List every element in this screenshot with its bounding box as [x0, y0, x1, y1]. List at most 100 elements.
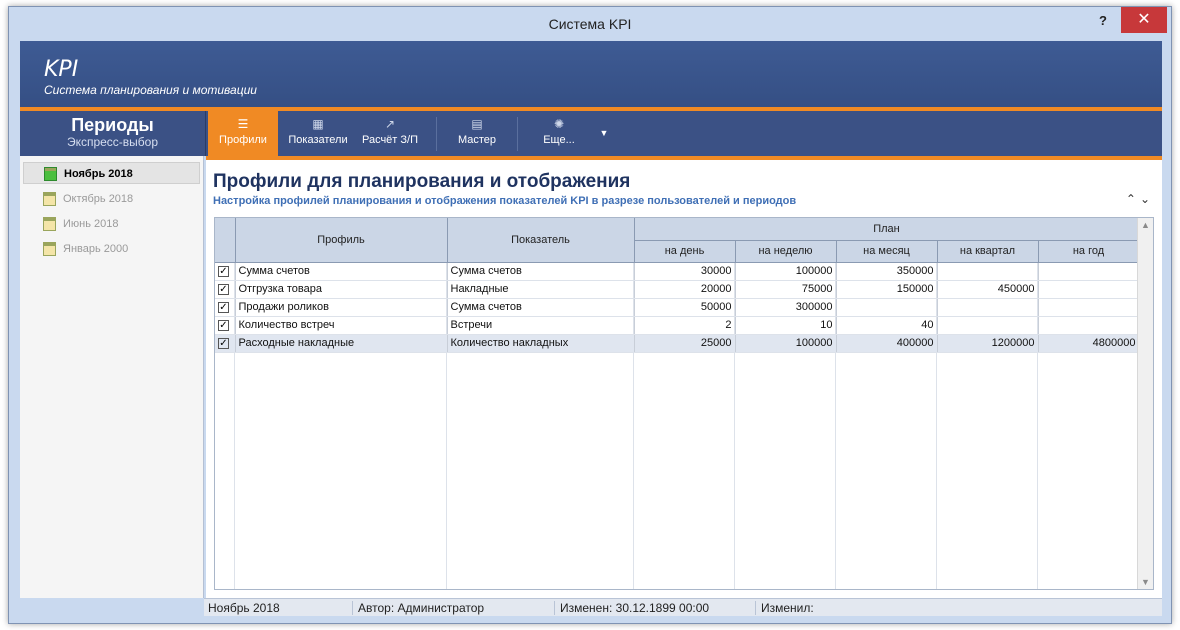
status-separator: [554, 601, 555, 615]
header-check[interactable]: [215, 218, 236, 263]
sidebar-item-period[interactable]: Июнь 2018: [23, 213, 200, 235]
toolbar-salary-calc-button[interactable]: ↗ Расчёт З/П: [358, 111, 422, 156]
status-separator: [352, 601, 353, 615]
sidebar-item-period[interactable]: Октябрь 2018: [23, 188, 200, 210]
cell-profile: Количество встреч: [235, 316, 448, 335]
cell-year: 4800000: [1038, 334, 1140, 353]
app-window: Система KPI ? ✕ KPI Система планирования…: [8, 6, 1172, 624]
chevron-down-icon[interactable]: ⌄: [1140, 192, 1154, 206]
row-checkbox[interactable]: ✓: [218, 266, 229, 277]
page-subtitle: Настройка профилей планирования и отобра…: [213, 195, 797, 207]
sidebar-item-label: Июнь 2018: [63, 218, 119, 230]
profiles-grid[interactable]: Профиль Показатель План на день на недел…: [214, 217, 1154, 590]
row-checkbox[interactable]: ✓: [218, 338, 229, 349]
brand-logo: KPI: [44, 57, 79, 82]
sidebar-item-period[interactable]: Ноябрь 2018: [23, 162, 200, 184]
cell-month: 40: [836, 316, 938, 335]
salary-calc-icon: ↗: [384, 117, 396, 131]
cell-week: 75000: [735, 280, 837, 299]
toolbar-button-label: Профили: [219, 134, 267, 146]
cell-profile: Расходные накладные: [235, 334, 448, 353]
header-indicator[interactable]: Показатель: [447, 218, 635, 263]
cell-year: [1038, 316, 1140, 335]
row-checkbox[interactable]: ✓: [218, 320, 229, 331]
status-period: Ноябрь 2018: [208, 601, 280, 615]
header-per-week[interactable]: на неделю: [735, 240, 837, 263]
status-author: Автор: Администратор: [358, 601, 485, 615]
more-icon: ✺: [553, 117, 565, 131]
toolbar-profiles-button[interactable]: ☰ Профили: [208, 111, 278, 156]
scroll-up-icon[interactable]: ▲: [1141, 220, 1150, 230]
cell-quarter: [937, 316, 1039, 335]
profiles-icon: ☰: [237, 117, 249, 131]
status-changed-by: Изменил:: [761, 601, 814, 615]
cell-indicator: Встречи: [447, 316, 635, 335]
cell-profile: Отгрузка товара: [235, 280, 448, 299]
table-row-selected[interactable]: ✓ Расходные накладные Количество накладн…: [215, 334, 1140, 353]
wizard-icon: ▤: [471, 117, 483, 131]
app-banner: KPI Система планирования и мотивации: [20, 41, 1162, 107]
help-button[interactable]: ?: [1089, 10, 1117, 34]
cell-month: 350000: [836, 262, 938, 281]
title-bar[interactable]: Система KPI ? ✕: [9, 7, 1171, 41]
periods-header: Периоды Экспресс-выбор: [20, 111, 206, 156]
cell-quarter: 1200000: [937, 334, 1039, 353]
toolbar-wizard-button[interactable]: ▤ Мастер: [446, 111, 508, 156]
close-button[interactable]: ✕: [1121, 7, 1167, 33]
toolbar-more-button[interactable]: ✺ Еще...: [528, 111, 590, 156]
profiles-table: Профиль Показатель План на день на недел…: [215, 218, 1140, 353]
calendar-icon: [44, 167, 57, 181]
header-per-day[interactable]: на день: [634, 240, 736, 263]
header-profile[interactable]: Профиль: [235, 218, 448, 263]
vertical-scrollbar[interactable]: ▲ ▼: [1137, 218, 1153, 589]
cell-day: 50000: [634, 298, 736, 317]
status-changed: Изменен: 30.12.1899 00:00: [560, 601, 710, 615]
chevron-down-icon[interactable]: ▼: [594, 111, 614, 156]
cell-profile: Продажи роликов: [235, 298, 448, 317]
cell-year: [1038, 298, 1140, 317]
window-title: Система KPI: [548, 16, 632, 32]
calendar-icon: [43, 242, 56, 256]
cell-week: 300000: [735, 298, 837, 317]
header-plan: План: [634, 218, 1140, 241]
profiles-panel: Профили для планирования и отображения Н…: [206, 160, 1162, 598]
sidebar-item-period[interactable]: Январь 2000: [23, 238, 200, 260]
cell-indicator: Количество накладных: [447, 334, 635, 353]
cell-week: 10: [735, 316, 837, 335]
cell-indicator: Накладные: [447, 280, 635, 299]
table-row[interactable]: ✓ Продажи роликов Сумма счетов 50000 300…: [215, 298, 1140, 317]
cell-month: [836, 298, 938, 317]
cell-profile: Сумма счетов: [235, 262, 448, 281]
status-separator: [755, 601, 756, 615]
table-row[interactable]: ✓ Количество встреч Встречи 2 10 40: [215, 316, 1140, 335]
periods-sidebar: Ноябрь 2018 Октябрь 2018 Июнь 2018 Январ…: [20, 156, 204, 598]
cell-quarter: 450000: [937, 280, 1039, 299]
toolbar: Периоды Экспресс-выбор ☰ Профили ▦ Показ…: [20, 111, 1162, 156]
cell-week: 100000: [735, 262, 837, 281]
header-per-quarter[interactable]: на квартал: [937, 240, 1039, 263]
cell-year: [1038, 280, 1140, 299]
toolbar-separator: [436, 117, 437, 151]
sidebar-item-label: Ноябрь 2018: [64, 168, 133, 180]
row-checkbox[interactable]: ✓: [218, 302, 229, 313]
cell-indicator: Сумма счетов: [447, 262, 635, 281]
table-row[interactable]: ✓ Отгрузка товара Накладные 20000 75000 …: [215, 280, 1140, 299]
page-title: Профили для планирования и отображения: [213, 171, 631, 192]
periods-title: Периоды: [71, 115, 154, 135]
cell-month: 150000: [836, 280, 938, 299]
toolbar-separator: [517, 117, 518, 151]
chevron-up-icon[interactable]: ⌃: [1126, 192, 1140, 206]
toolbar-button-label: Мастер: [457, 134, 497, 146]
toolbar-indicators-button[interactable]: ▦ Показатели: [282, 111, 354, 156]
row-checkbox[interactable]: ✓: [218, 284, 229, 295]
scroll-down-icon[interactable]: ▼: [1141, 577, 1150, 587]
calendar-icon: [43, 192, 56, 206]
toolbar-button-label: Показатели: [288, 134, 348, 146]
toolbar-button-label: Еще...: [543, 134, 575, 146]
header-per-year[interactable]: на год: [1038, 240, 1140, 263]
header-per-month[interactable]: на месяц: [836, 240, 938, 263]
table-row[interactable]: ✓ Сумма счетов Сумма счетов 30000 100000…: [215, 262, 1140, 281]
sidebar-item-label: Октябрь 2018: [63, 193, 134, 205]
toolbar-button-label: Расчёт З/П: [361, 134, 418, 146]
calendar-icon: [43, 217, 56, 231]
